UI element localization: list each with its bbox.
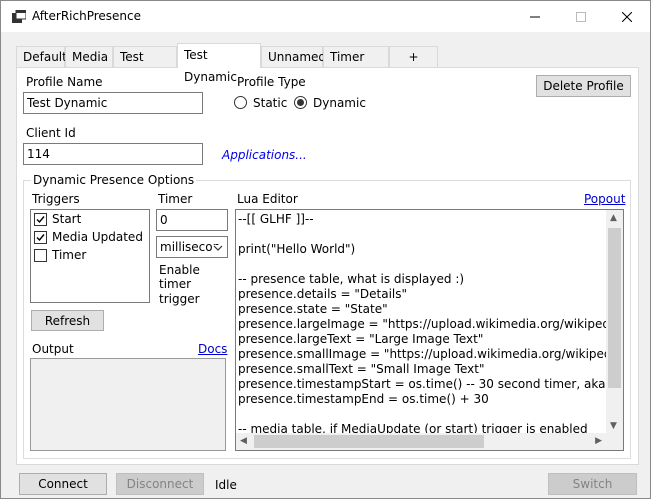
tab-media[interactable]: Media	[65, 46, 113, 67]
tab-label: Unnamed	[268, 50, 327, 64]
scroll-down-icon[interactable]: ▼	[610, 421, 617, 431]
timer-unit-value: millisecon	[160, 240, 221, 254]
code-line: presence.state = "State"	[238, 302, 388, 316]
close-icon	[622, 11, 632, 22]
code-line: presence.timestampStart = os.time() -- 3…	[238, 377, 623, 391]
scroll-up-icon[interactable]: ▲	[610, 213, 617, 223]
timer-trigger-checkbox[interactable]	[34, 249, 47, 262]
main-window: AfterRichPresence Default Media Test Sta…	[0, 0, 651, 499]
popout-link[interactable]: Popout	[584, 192, 625, 206]
code-line: presence.details = "Details"	[238, 287, 408, 301]
scrollbar-corner	[606, 433, 623, 450]
timer-note-line-1: Enable	[159, 263, 200, 277]
timer-value-input[interactable]: 0	[156, 209, 228, 231]
code-line: presence.largeText = "Large Image Text"	[238, 332, 484, 346]
checkmark-icon	[36, 216, 45, 224]
start-trigger-label[interactable]: Start	[52, 212, 81, 226]
code-line: -- presence table, what is displayed :)	[238, 272, 465, 286]
checkmark-icon	[36, 234, 45, 242]
dynamic-options-label: Dynamic Presence Options	[31, 173, 197, 187]
profile-name-label: Profile Name	[26, 75, 103, 89]
code-line: presence.smallImage = "https://upload.wi…	[238, 347, 624, 361]
tab-unnamed[interactable]: Unnamed	[261, 46, 327, 67]
tab-label: Media	[72, 50, 109, 64]
start-trigger-checkbox[interactable]	[34, 213, 47, 226]
delete-profile-button[interactable]: Delete Profile	[536, 75, 631, 97]
vertical-scroll-thumb[interactable]	[608, 228, 621, 388]
lua-editor-label: Lua Editor	[237, 192, 298, 206]
client-id-label: Client Id	[26, 126, 76, 140]
refresh-button[interactable]: Refresh	[31, 310, 104, 331]
code-line: --[[ GLHF ]]--	[238, 212, 314, 226]
code-line: presence.largeImage = "https://upload.wi…	[238, 317, 624, 331]
output-label: Output	[32, 342, 74, 356]
code-line: print("Hello World")	[238, 242, 356, 256]
dynamic-radio-label[interactable]: Dynamic	[313, 96, 366, 110]
code-line: presence.timestampEnd = os.time() + 30	[238, 392, 489, 406]
triggers-list: Start Media Updated Timer	[30, 209, 150, 303]
add-tab-icon: +	[408, 50, 419, 64]
code-line: presence.smallText = "Small Image Text"	[238, 362, 485, 376]
profile-name-input[interactable]: Test Dynamic	[23, 92, 203, 114]
title-bar: AfterRichPresence	[1, 1, 650, 32]
connection-status: Idle	[215, 478, 237, 492]
tab-label: Test Dynamic	[184, 48, 237, 84]
lua-code-editor[interactable]: --[[ GLHF ]]-- print("Hello World") -- p…	[235, 209, 624, 451]
editor-vertical-scrollbar[interactable]: ▲ ▼	[606, 210, 623, 434]
timer-note-line-3: trigger	[159, 292, 200, 306]
tab-test-dynamic[interactable]: Test Dynamic	[177, 43, 261, 84]
tab-test-static[interactable]: Test Static	[113, 46, 177, 84]
close-button[interactable]	[604, 1, 650, 32]
editor-horizontal-scrollbar[interactable]: ◀ ▶	[236, 433, 606, 450]
docs-link[interactable]: Docs	[198, 342, 227, 356]
timer-trigger-label[interactable]: Timer	[52, 248, 86, 262]
static-radio[interactable]	[234, 96, 247, 109]
window-title: AfterRichPresence	[32, 9, 141, 23]
static-radio-label[interactable]: Static	[253, 96, 287, 110]
disconnect-button: Disconnect	[116, 473, 204, 495]
app-window-icon	[12, 10, 26, 23]
timer-label: Timer	[158, 192, 193, 206]
media-updated-trigger-label[interactable]: Media Updated	[52, 230, 143, 244]
dynamic-radio[interactable]	[294, 96, 307, 109]
chevron-down-icon	[213, 245, 223, 251]
output-box	[30, 358, 226, 451]
applications-link[interactable]: Applications...	[222, 148, 307, 162]
switch-button: Switch	[548, 473, 637, 495]
minimize-icon	[530, 16, 540, 17]
timer-unit-select[interactable]: millisecon	[156, 236, 228, 258]
tab-timer-test[interactable]: Timer Test	[323, 46, 389, 84]
timer-note-line-2: timer	[159, 277, 192, 291]
profile-type-label: Profile Type	[237, 75, 306, 89]
tab-default[interactable]: Default	[16, 46, 67, 67]
tab-add[interactable]: +	[389, 46, 438, 67]
media-updated-trigger-checkbox[interactable]	[34, 231, 47, 244]
connect-button[interactable]: Connect	[19, 473, 107, 495]
maximize-button	[558, 1, 604, 32]
client-id-input[interactable]: 114	[23, 143, 203, 165]
scroll-right-icon[interactable]: ▶	[595, 436, 602, 446]
horizontal-scroll-thumb[interactable]	[254, 435, 484, 448]
minimize-button[interactable]	[512, 1, 558, 32]
scroll-left-icon[interactable]: ◀	[240, 436, 247, 446]
maximize-icon	[576, 11, 586, 22]
tab-label: Default	[23, 50, 67, 64]
triggers-label: Triggers	[32, 192, 80, 206]
